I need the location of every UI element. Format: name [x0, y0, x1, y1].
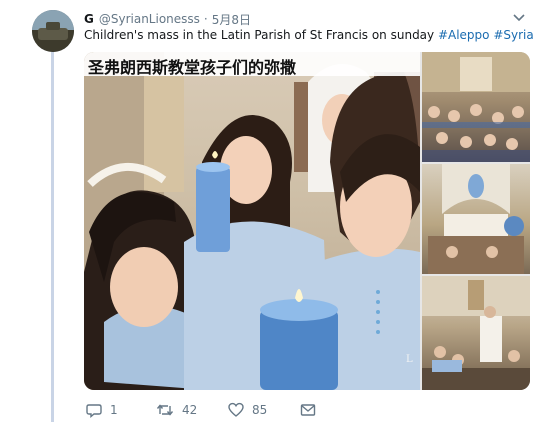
avatar-turret	[46, 22, 60, 30]
like-button[interactable]: 85	[228, 400, 267, 420]
photo-banner: 圣弗朗西斯教堂孩子们的弥撒	[84, 52, 420, 77]
photo-side-2-illustration	[428, 164, 524, 274]
heart-icon	[228, 402, 244, 417]
user-handle[interactable]: @SyrianLionesss	[99, 12, 200, 26]
photo-grid: 圣弗朗西斯教堂孩子们的弥撒 L	[84, 52, 530, 390]
photo-banner-text: 圣弗朗西斯教堂孩子们的弥撒	[88, 58, 297, 77]
photo-side-3-illustration	[422, 276, 530, 390]
photo-watermark: L	[406, 354, 413, 365]
thread-line	[51, 52, 54, 422]
tweet-actions: 1 42 85	[84, 400, 384, 420]
tweet-date[interactable]: 5月8日	[212, 11, 251, 28]
avatar[interactable]	[32, 10, 74, 52]
photo-main[interactable]: 圣弗朗西斯教堂孩子们的弥撒 L	[84, 52, 420, 390]
tweet-text-body: Children's mass in the Latin Parish of S…	[84, 28, 438, 42]
photo-side-1-illustration	[422, 52, 530, 162]
direct-message-button[interactable]	[300, 400, 324, 420]
retweet-count: 42	[182, 403, 198, 417]
reply-count: 1	[110, 403, 118, 417]
like-count: 85	[252, 403, 268, 417]
retweet-icon	[156, 404, 174, 416]
tweet-header: G @SyrianLionesss · 5月8日	[84, 10, 251, 28]
chevron-down-icon[interactable]	[512, 12, 526, 24]
separator-dot: ·	[203, 12, 208, 26]
tweet-text: Children's mass in the Latin Parish of S…	[84, 28, 534, 42]
tweet: G @SyrianLionesss · 5月8日 Children's mass…	[0, 0, 550, 422]
display-name[interactable]: G	[84, 12, 94, 26]
reply-icon	[86, 404, 102, 418]
photo-main-illustration	[84, 52, 420, 390]
retweet-button[interactable]: 42	[156, 400, 197, 420]
photo-side-3[interactable]	[422, 276, 530, 390]
envelope-icon	[300, 404, 316, 416]
photo-side-2[interactable]	[422, 164, 530, 274]
reply-button[interactable]: 1	[86, 400, 118, 420]
hashtag-syria[interactable]: #Syria	[493, 28, 533, 42]
hashtag-aleppo[interactable]: #Aleppo	[438, 28, 490, 42]
photo-side-1[interactable]	[422, 52, 530, 162]
